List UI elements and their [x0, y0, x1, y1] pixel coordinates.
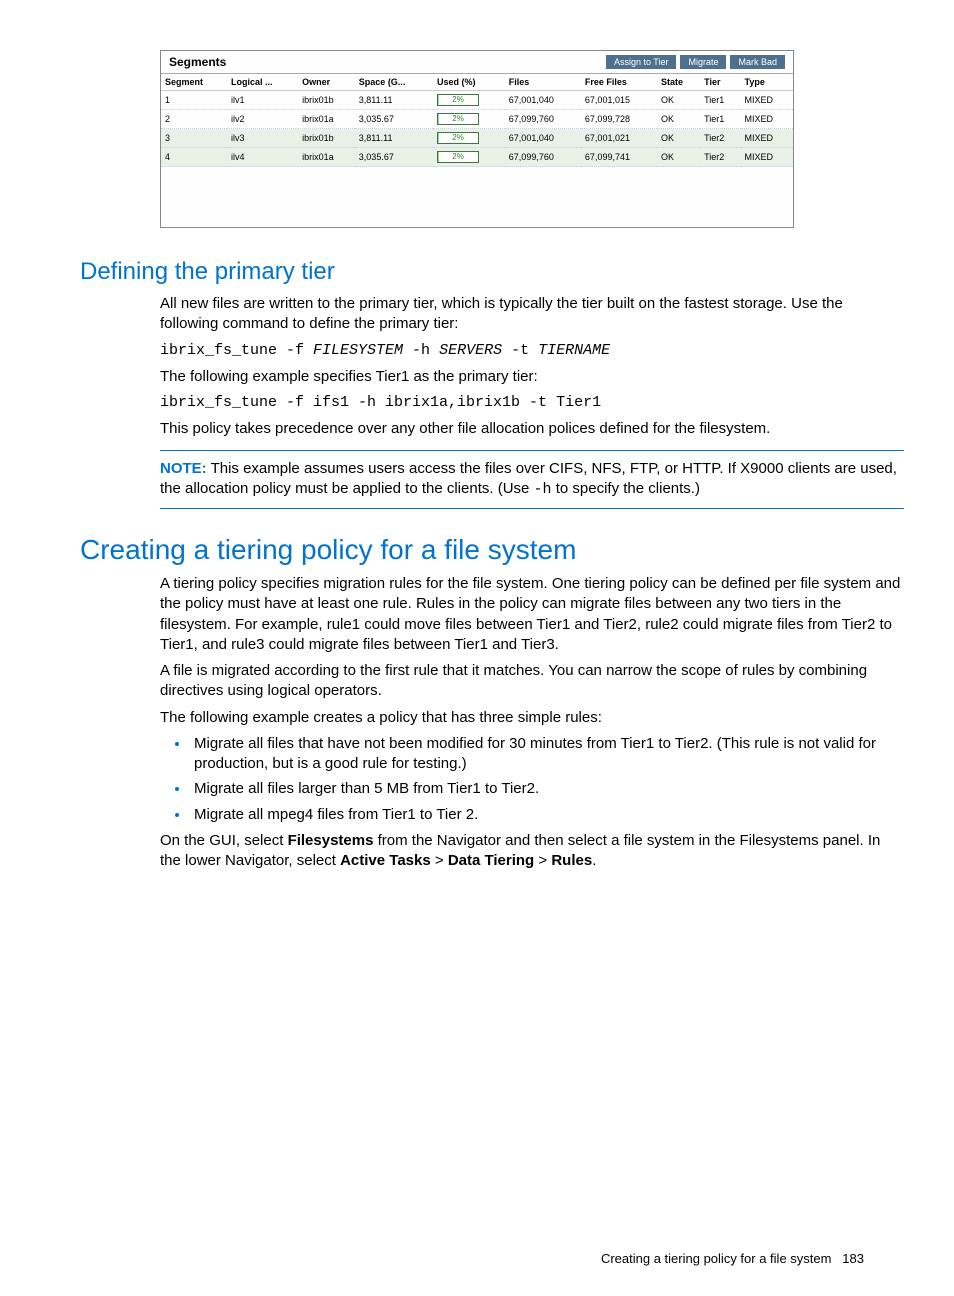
used-bar: 2% [437, 132, 479, 144]
cmd-example-tier: ibrix_fs_tune -f ifs1 -h ibrix1a,ibrix1b… [160, 393, 904, 413]
p-primary-intro: All new files are written to the primary… [160, 294, 904, 335]
list-item: Migrate all files larger than 5 MB from … [190, 779, 904, 799]
p-primary-precedence: This policy takes precedence over any ot… [160, 419, 904, 439]
note-block: NOTE: This example assumes users access … [160, 450, 904, 510]
p-gui-nav: On the GUI, select Filesystems from the … [160, 831, 904, 872]
col-files: Files [505, 74, 581, 91]
segments-panel-header: Segments Assign to Tier Migrate Mark Bad [161, 51, 793, 74]
col-free: Free Files [581, 74, 657, 91]
mark-bad-button[interactable]: Mark Bad [730, 55, 785, 69]
col-tier: Tier [700, 74, 740, 91]
list-item: Migrate all files that have not been mod… [190, 734, 904, 775]
p-policy-intro: A tiering policy specifies migration rul… [160, 574, 904, 655]
list-item: Migrate all mpeg4 files from Tier1 to Ti… [190, 805, 904, 825]
cmd-define-tier: ibrix_fs_tune -f FILESYSTEM -h SERVERS -… [160, 341, 904, 361]
table-row[interactable]: 4ilv4ibrix01a3,035.672%67,099,76067,099,… [161, 148, 793, 167]
used-bar: 2% [437, 151, 479, 163]
col-owner: Owner [298, 74, 355, 91]
table-row[interactable]: 1ilv1ibrix01b3,811.112%67,001,04067,001,… [161, 91, 793, 110]
page-number: 183 [842, 1251, 864, 1266]
used-bar: 2% [437, 94, 479, 106]
assign-to-tier-button[interactable]: Assign to Tier [606, 55, 677, 69]
table-row[interactable]: 3ilv3ibrix01b3,811.112%67,001,04067,001,… [161, 129, 793, 148]
col-type: Type [741, 74, 793, 91]
col-used: Used (%) [433, 74, 505, 91]
panel-title: Segments [169, 55, 226, 69]
p-policy-example: The following example creates a policy t… [160, 708, 904, 728]
col-state: State [657, 74, 700, 91]
p-primary-example: The following example specifies Tier1 as… [160, 367, 904, 387]
col-logical: Logical ... [227, 74, 298, 91]
p-policy-scope: A file is migrated according to the firs… [160, 661, 904, 702]
page-footer: Creating a tiering policy for a file sys… [30, 1251, 864, 1266]
migrate-button[interactable]: Migrate [680, 55, 726, 69]
table-header-row: Segment Logical ... Owner Space (G... Us… [161, 74, 793, 91]
table-row[interactable]: 2ilv2ibrix01a3,035.672%67,099,76067,099,… [161, 110, 793, 129]
rules-list: Migrate all files that have not been mod… [160, 734, 904, 825]
segments-panel: Segments Assign to Tier Migrate Mark Bad… [160, 50, 794, 228]
section-heading-primary-tier: Defining the primary tier [80, 258, 924, 286]
col-space: Space (G... [355, 74, 433, 91]
col-segment: Segment [161, 74, 227, 91]
used-bar: 2% [437, 113, 479, 125]
segments-table: Segment Logical ... Owner Space (G... Us… [161, 74, 793, 167]
note-label: NOTE: [160, 460, 207, 477]
section-heading-tiering-policy: Creating a tiering policy for a file sys… [80, 534, 924, 566]
footer-text: Creating a tiering policy for a file sys… [601, 1251, 831, 1266]
